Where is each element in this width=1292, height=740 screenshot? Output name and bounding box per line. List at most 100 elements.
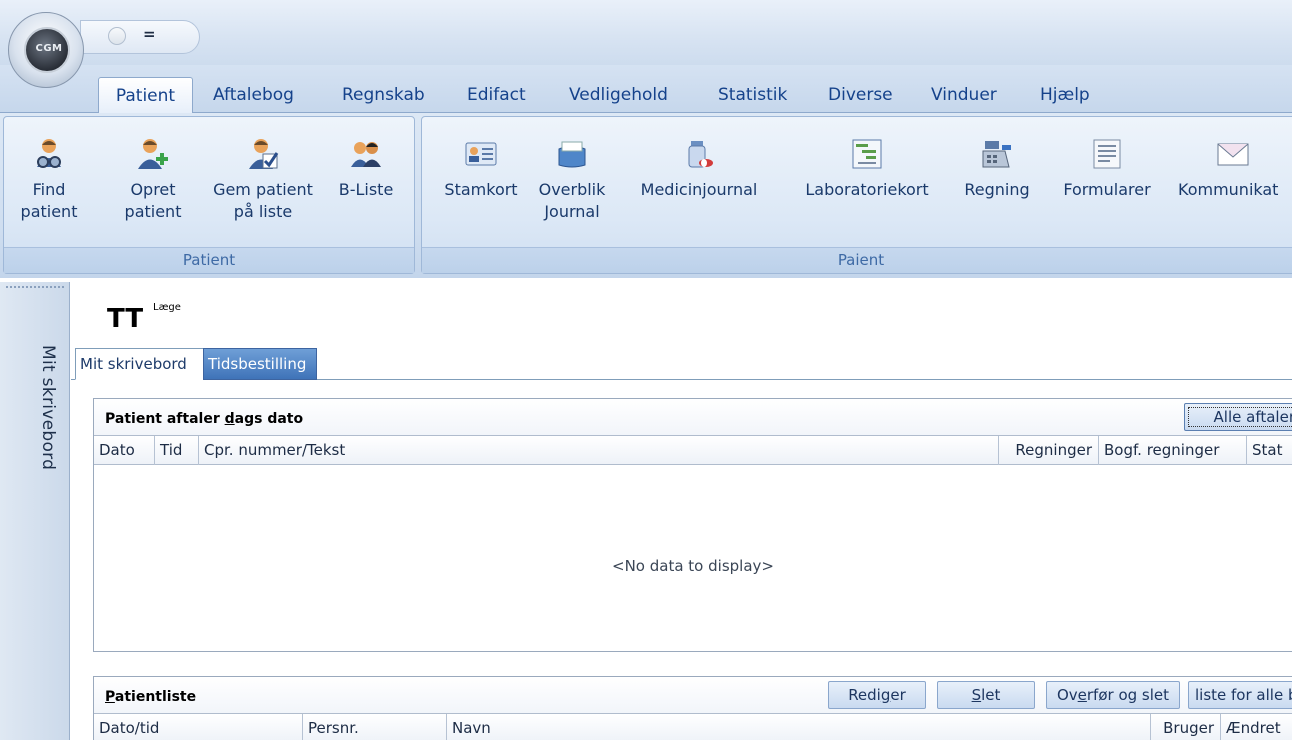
medicine-bottle-icon bbox=[688, 141, 713, 168]
create-patient-button[interactable]: Opret patient bbox=[114, 137, 192, 223]
patient-list-header: Patientliste Rediger Slet Overfør og sle… bbox=[94, 677, 1292, 713]
stamkort-button[interactable]: Stamkort bbox=[432, 137, 530, 201]
column-dato-tid[interactable]: Dato/tid bbox=[94, 714, 302, 740]
delete-button[interactable]: Slet bbox=[937, 681, 1035, 709]
tab-diverse[interactable]: Diverse bbox=[828, 77, 893, 113]
move-and-delete-button[interactable]: Overfør og slet bbox=[1046, 681, 1180, 709]
create-patient-line1: Opret bbox=[130, 180, 176, 199]
kommunikation-button[interactable]: Kommunikat bbox=[1170, 137, 1292, 201]
regning-line1: Regning bbox=[964, 180, 1030, 199]
qat-circle-icon[interactable] bbox=[108, 27, 126, 45]
find-patient-line2: patient bbox=[20, 202, 78, 221]
empty-grid-message: <No data to display> bbox=[612, 557, 774, 575]
id-card-icon bbox=[465, 142, 497, 166]
column-bogf-regninger[interactable]: Bogf. regninger bbox=[1098, 436, 1246, 465]
appointments-title-pre: Patient aftaler bbox=[105, 411, 225, 427]
ribbon-tab-row: Patient Aftalebog Regnskab Edifact Vedli… bbox=[0, 65, 1292, 113]
all-appointments-button[interactable]: Alle aftaler bbox=[1184, 403, 1292, 431]
move-label-pre: Ov bbox=[1056, 686, 1078, 704]
laboratoriekort-button[interactable]: Laboratoriekort bbox=[792, 137, 942, 201]
tab-vinduer[interactable]: Vinduer bbox=[931, 77, 997, 113]
column-persnr[interactable]: Persnr. bbox=[302, 714, 446, 740]
regning-button[interactable]: Regning bbox=[952, 137, 1042, 201]
formularer-button[interactable]: Formularer bbox=[1052, 137, 1162, 201]
appointments-title-underline: d bbox=[224, 411, 235, 427]
column-regninger[interactable]: Regninger bbox=[998, 436, 1098, 465]
edit-label-post: er bbox=[890, 686, 906, 704]
formularer-line1: Formularer bbox=[1063, 180, 1151, 199]
tab-hjaelp[interactable]: Hjælp bbox=[1040, 77, 1090, 113]
quick-access-toolbar: = bbox=[80, 20, 200, 54]
orb-label: CGM bbox=[35, 43, 63, 54]
tab-aftalebog[interactable]: Aftalebog bbox=[213, 77, 294, 113]
edit-label-pre: Redi bbox=[848, 686, 881, 704]
column-navn[interactable]: Navn bbox=[446, 714, 1150, 740]
appointments-title-post: ags dato bbox=[234, 411, 304, 427]
medicinjournal-line1: Medicinjournal bbox=[640, 180, 758, 199]
find-patient-line1: Find bbox=[32, 180, 66, 199]
tab-vedligehold[interactable]: Vedligehold bbox=[569, 77, 668, 113]
lab-chart-icon bbox=[852, 139, 882, 169]
qat-dropdown-icon[interactable]: = bbox=[143, 25, 156, 43]
group-patients-icon bbox=[351, 142, 381, 167]
patient-list-title-post: atientliste bbox=[114, 689, 197, 705]
document-tab-strip: Mit skrivebord Tidsbestilling bbox=[71, 344, 1292, 380]
column-dato[interactable]: Dato bbox=[94, 436, 154, 465]
edit-label-underline: g bbox=[880, 686, 891, 704]
main-content: TT Læge Mit skrivebord Tidsbestilling Pa… bbox=[71, 282, 1292, 740]
patient-list-title-underline: P bbox=[105, 689, 115, 705]
column-tid[interactable]: Tid bbox=[154, 436, 198, 465]
add-patient-icon bbox=[138, 139, 168, 169]
save-patient-list-icon bbox=[249, 139, 279, 169]
ribbon-group-paient: Stamkort Overblik Journal Medicinjournal bbox=[421, 116, 1292, 274]
overblik-journal-line1: Overblik bbox=[538, 180, 606, 199]
list-for-all-button[interactable]: liste for alle b bbox=[1188, 681, 1292, 709]
tab-patient[interactable]: Patient bbox=[98, 77, 193, 113]
b-liste-line1: B-Liste bbox=[338, 180, 394, 199]
appointments-panel: Patient aftaler dags dato Alle aftaler D… bbox=[93, 398, 1292, 652]
kommunikation-line1: Kommunikat bbox=[1178, 180, 1279, 199]
patient-list-title: Patientliste bbox=[105, 689, 196, 705]
patient-list-panel: Patientliste Rediger Slet Overfør og sle… bbox=[93, 676, 1292, 740]
application-menu-button[interactable]: CGM bbox=[8, 12, 84, 88]
edit-button[interactable]: Rediger bbox=[828, 681, 926, 709]
move-label-underline: e bbox=[1077, 686, 1087, 704]
column-cpr-tekst[interactable]: Cpr. nummer/Tekst bbox=[198, 436, 998, 465]
title-bar: = bbox=[0, 0, 1292, 65]
column-bruger[interactable]: Bruger bbox=[1150, 714, 1220, 740]
move-label-post: rfør og slet bbox=[1086, 686, 1170, 704]
tab-edifact[interactable]: Edifact bbox=[467, 77, 526, 113]
cash-register-icon bbox=[982, 141, 1011, 168]
user-initials: TT bbox=[107, 304, 144, 334]
medicinjournal-button[interactable]: Medicinjournal bbox=[620, 137, 778, 201]
column-aendret[interactable]: Ændret bbox=[1220, 714, 1292, 740]
side-navigation-bar: Mit skrivebord bbox=[0, 282, 70, 740]
tab-tidsbestilling[interactable]: Tidsbestilling bbox=[203, 348, 317, 380]
appointments-title: Patient aftaler dags dato bbox=[105, 411, 303, 427]
cgm-logo-icon: CGM bbox=[24, 27, 70, 73]
user-role: Læge bbox=[153, 302, 181, 313]
sidebar-item-mit-skrivebord[interactable]: Mit skrivebord bbox=[18, 345, 58, 470]
envelope-icon bbox=[1217, 143, 1249, 166]
tab-mit-skrivebord[interactable]: Mit skrivebord bbox=[75, 348, 205, 380]
column-status[interactable]: Stat bbox=[1246, 436, 1292, 465]
save-patient-list-line1: Gem patient bbox=[213, 180, 313, 199]
tab-statistik[interactable]: Statistik bbox=[718, 77, 787, 113]
tab-regnskab[interactable]: Regnskab bbox=[342, 77, 425, 113]
save-patient-list-button[interactable]: Gem patient på liste bbox=[200, 137, 326, 223]
ribbon-group-patient: Find patient Opret patient Gem patient p… bbox=[3, 116, 415, 274]
b-liste-button[interactable]: B-Liste bbox=[326, 137, 406, 201]
find-patient-button[interactable]: Find patient bbox=[16, 137, 82, 223]
group-label-patient: Patient bbox=[4, 247, 414, 273]
stamkort-line1: Stamkort bbox=[444, 180, 518, 199]
form-document-icon bbox=[1093, 139, 1121, 169]
appointments-header: Patient aftaler dags dato Alle aftaler bbox=[94, 399, 1292, 435]
overblik-journal-button[interactable]: Overblik Journal bbox=[534, 137, 610, 223]
ribbon: Find patient Opret patient Gem patient p… bbox=[0, 113, 1292, 278]
delete-label-underline: S bbox=[971, 686, 982, 704]
delete-label-post: let bbox=[981, 686, 1001, 704]
appointments-column-header: Dato Tid Cpr. nummer/Tekst Regninger Bog… bbox=[94, 435, 1292, 465]
find-patient-icon bbox=[37, 139, 61, 168]
create-patient-line2: patient bbox=[124, 202, 182, 221]
sidebar-grip[interactable] bbox=[6, 286, 64, 289]
